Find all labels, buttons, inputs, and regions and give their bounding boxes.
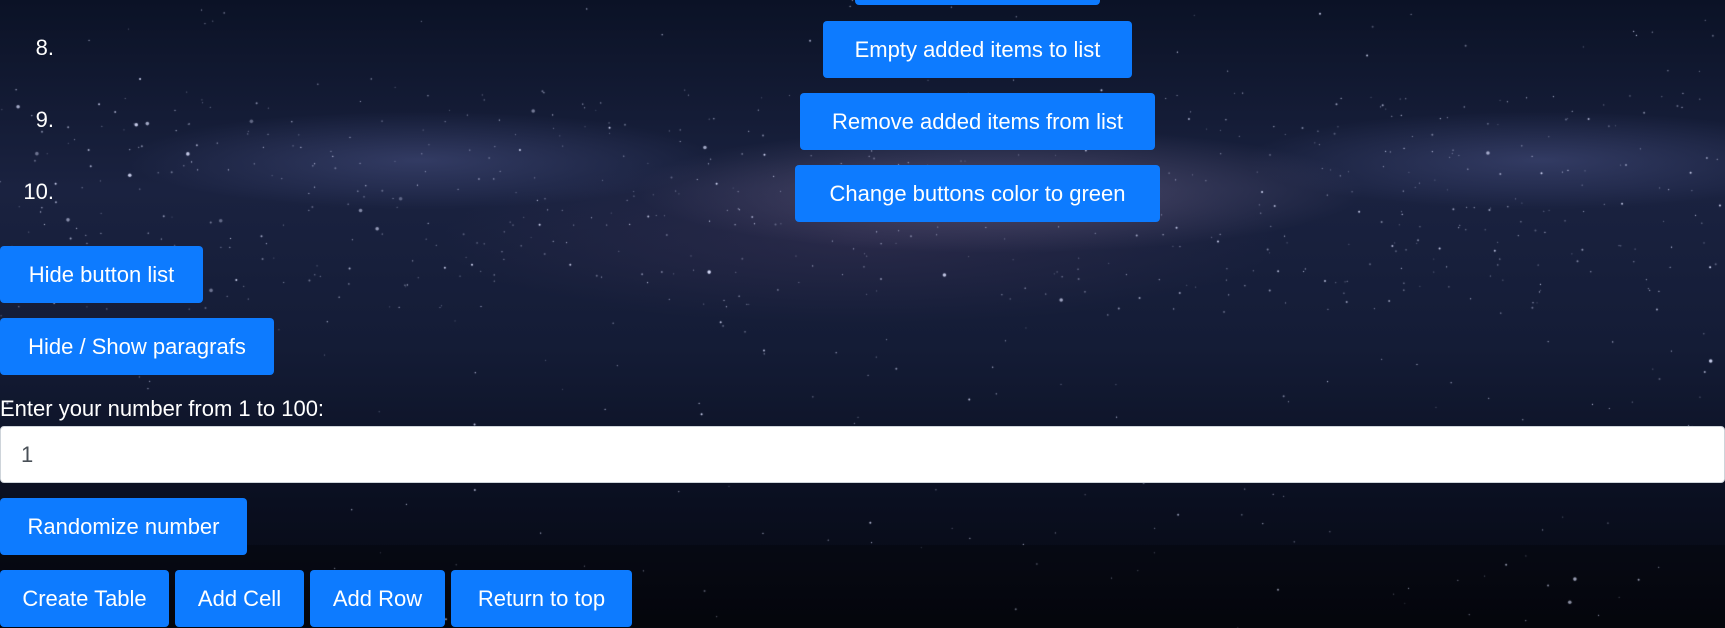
return-to-top-button[interactable]: Return to top [451, 570, 632, 627]
add-cell-button[interactable]: Add Cell [175, 570, 304, 627]
remove-added-items-button[interactable]: Remove added items from list [800, 93, 1155, 150]
top-partial-button[interactable] [855, 0, 1100, 5]
list-number-10: 10. [23, 179, 54, 204]
number-entry-label: Enter your number from 1 to 100: [0, 396, 325, 421]
create-table-button[interactable]: Create Table [0, 570, 169, 627]
add-row-button[interactable]: Add Row [310, 570, 445, 627]
number-input[interactable] [0, 426, 1725, 483]
change-color-green-button[interactable]: Change buttons color to green [795, 165, 1160, 222]
list-number-8: 8. [35, 35, 54, 60]
hide-show-paragrafs-button[interactable]: Hide / Show paragrafs [0, 318, 274, 375]
list-number-9: 9. [35, 107, 54, 132]
randomize-number-button[interactable]: Randomize number [0, 498, 247, 555]
empty-added-items-button[interactable]: Empty added items to list [823, 21, 1132, 78]
hide-button-list-button[interactable]: Hide button list [0, 246, 203, 303]
